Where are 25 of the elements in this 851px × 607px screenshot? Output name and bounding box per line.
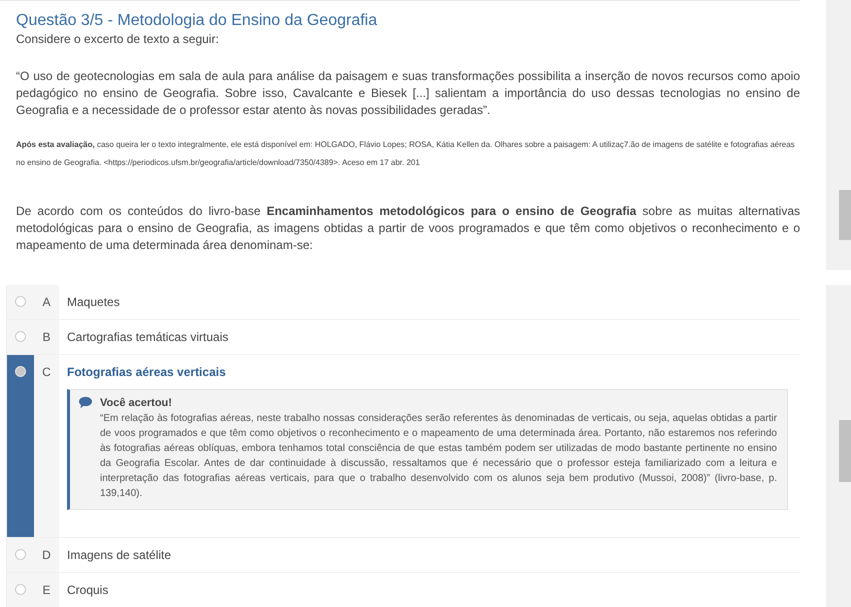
radio-button[interactable]	[15, 331, 26, 342]
radio-button[interactable]	[15, 296, 26, 307]
option-label[interactable]: Maquetes	[67, 294, 788, 310]
scrollbar[interactable]	[826, 285, 851, 607]
radio-button[interactable]	[15, 549, 26, 560]
option-label[interactable]: Imagens de satélite	[67, 547, 788, 563]
option-label[interactable]: Cartografias temáticas virtuais	[67, 329, 788, 345]
feedback-title: Você acertou!	[100, 396, 172, 408]
option-letter: C	[34, 355, 59, 537]
scrollbar[interactable]	[826, 0, 851, 270]
option-letter: B	[34, 320, 59, 354]
radio-button[interactable]	[15, 584, 26, 595]
option-letter: A	[34, 285, 59, 319]
option-letter: D	[34, 538, 59, 572]
question-text: De acordo com os conteúdos do livro-base Encaminhamentos metodológicos para o ensino de Geografia sobre as muitas alternativas metodológicas para o ensino de Geografia, as imagens obtidas a partir de voos programados e que têm como objetivos o reconhecimento e o mapeamento de uma determinada área denominam-se:	[16, 203, 800, 254]
quote-text: “O uso de geotecnologias em sala de aula para análise da paisagem e suas transformações possibilita a inserção de novos recursos como apoio pedagógico no ensino de Geografia. Sobre isso, Cavalcante e Biesek [...] salientam a importância do uso dessas tecnologias no ensino de Geografia e a necessidade de o professor estar atento às novas possibilidades geradas”.	[16, 68, 800, 119]
option-letter: E	[34, 573, 59, 607]
radio-button[interactable]	[15, 366, 26, 377]
question-title: Questão 3/5 - Metodologia do Ensino da Geografia	[16, 11, 378, 31]
feedback-text: “Em relação às fotografias aéreas, neste trabalho nossas considerações serão referentes às denominadas de verticais, ou seja, aquelas obtidas a partir de voos programados e que têm como objetivos o reconhecimento e o mapeamento de uma determinada área. Portanto, não estaremos nos referindo às fotografias aéreas oblíquas, embora tenhamos total consciência de que estas também podem ser utilizadas de modo bastante pertinente no ensino da Geografia Escolar. Antes de dar continuidade à discussão, ressaltamos que é necessário que o professor esteja familiarizado com a leitura e interpretação das fotografias aéreas verticais, para que o trabalho desenvolvido com os alunos seja bem produtivo (Mussoi, 2008)” (livro-base, p. 139,140).	[100, 412, 777, 501]
option-label[interactable]: Fotografias aéreas verticais	[67, 364, 788, 380]
speech-bubble-icon	[78, 396, 93, 409]
intro-text: Considere o excerto de texto a seguir:	[16, 31, 220, 47]
source-text: Após esta avaliação, caso queira ler o texto integralmente, ele está disponível em: HOLGADO, Flávio Lopes; ROSA, Kátia Kellen da. Olhares sobre a paisagem: A utilizaç7.ão de imagens de satélite e fotografias aéreas no ensino de Geografia. <https://periodicos.ufsm.br/geografia/article/download/7350/4389>. Aceso em 17 abr. 201	[16, 139, 796, 169]
option-label[interactable]: Croquis	[67, 582, 788, 598]
